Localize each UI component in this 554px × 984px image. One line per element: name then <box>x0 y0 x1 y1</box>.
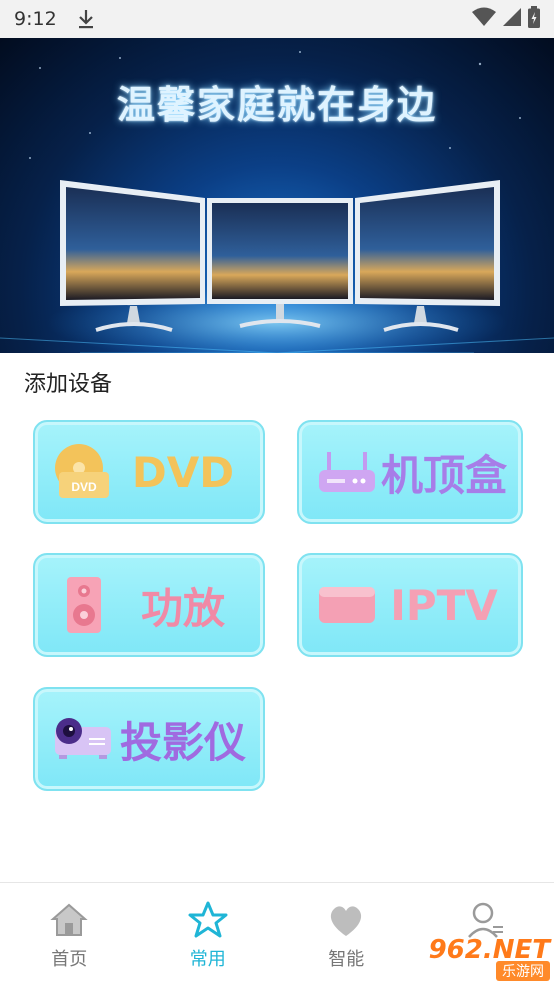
watermark-logo: 962.NET 乐游网 <box>416 935 550 981</box>
device-label: DVD <box>131 447 235 497</box>
device-label: 机顶盒 <box>380 450 507 500</box>
signal-icon <box>502 7 522 31</box>
download-icon <box>77 9 95 29</box>
section-title: 添加设备 <box>24 372 113 397</box>
battery-icon <box>528 6 540 32</box>
banner-image[interactable]: 温馨家庭就在身边 <box>0 38 554 353</box>
device-label: 功放 <box>140 583 225 633</box>
device-card-amplifier[interactable]: 功放 <box>33 553 265 657</box>
device-card-iptv[interactable]: IPTV <box>297 553 523 657</box>
tab-smart[interactable]: 智能 <box>277 883 416 984</box>
user-icon <box>465 901 505 939</box>
home-icon <box>49 901 89 939</box>
watermark-bottom-text: 乐游网 <box>496 961 550 981</box>
projector-icon <box>53 709 113 769</box>
speaker-icon <box>53 575 113 635</box>
heart-icon <box>326 901 366 939</box>
device-label: IPTV <box>390 580 498 630</box>
star-icon <box>188 901 228 939</box>
tab-label: 智能 <box>328 949 365 970</box>
tab-common[interactable]: 常用 <box>139 883 278 984</box>
status-bar: 9:12 <box>0 0 554 38</box>
tab-label: 首页 <box>51 949 88 970</box>
device-card-dvd[interactable]: DVD DVD <box>33 420 265 524</box>
dvd-disc-icon: DVD <box>53 442 113 502</box>
wifi-icon <box>472 7 496 31</box>
status-time: 9:12 <box>14 8 57 30</box>
banner-title: 温馨家庭就在身边 <box>116 83 437 127</box>
svg-text:DVD: DVD <box>71 480 97 494</box>
tab-label: 常用 <box>189 949 226 970</box>
device-card-set-top-box[interactable]: 机顶盒 <box>297 420 523 524</box>
device-card-projector[interactable]: 投影仪 <box>33 687 265 791</box>
tab-home[interactable]: 首页 <box>0 883 139 984</box>
tv-box-icon <box>317 575 377 635</box>
router-icon <box>317 442 377 502</box>
device-label: 投影仪 <box>119 717 246 767</box>
